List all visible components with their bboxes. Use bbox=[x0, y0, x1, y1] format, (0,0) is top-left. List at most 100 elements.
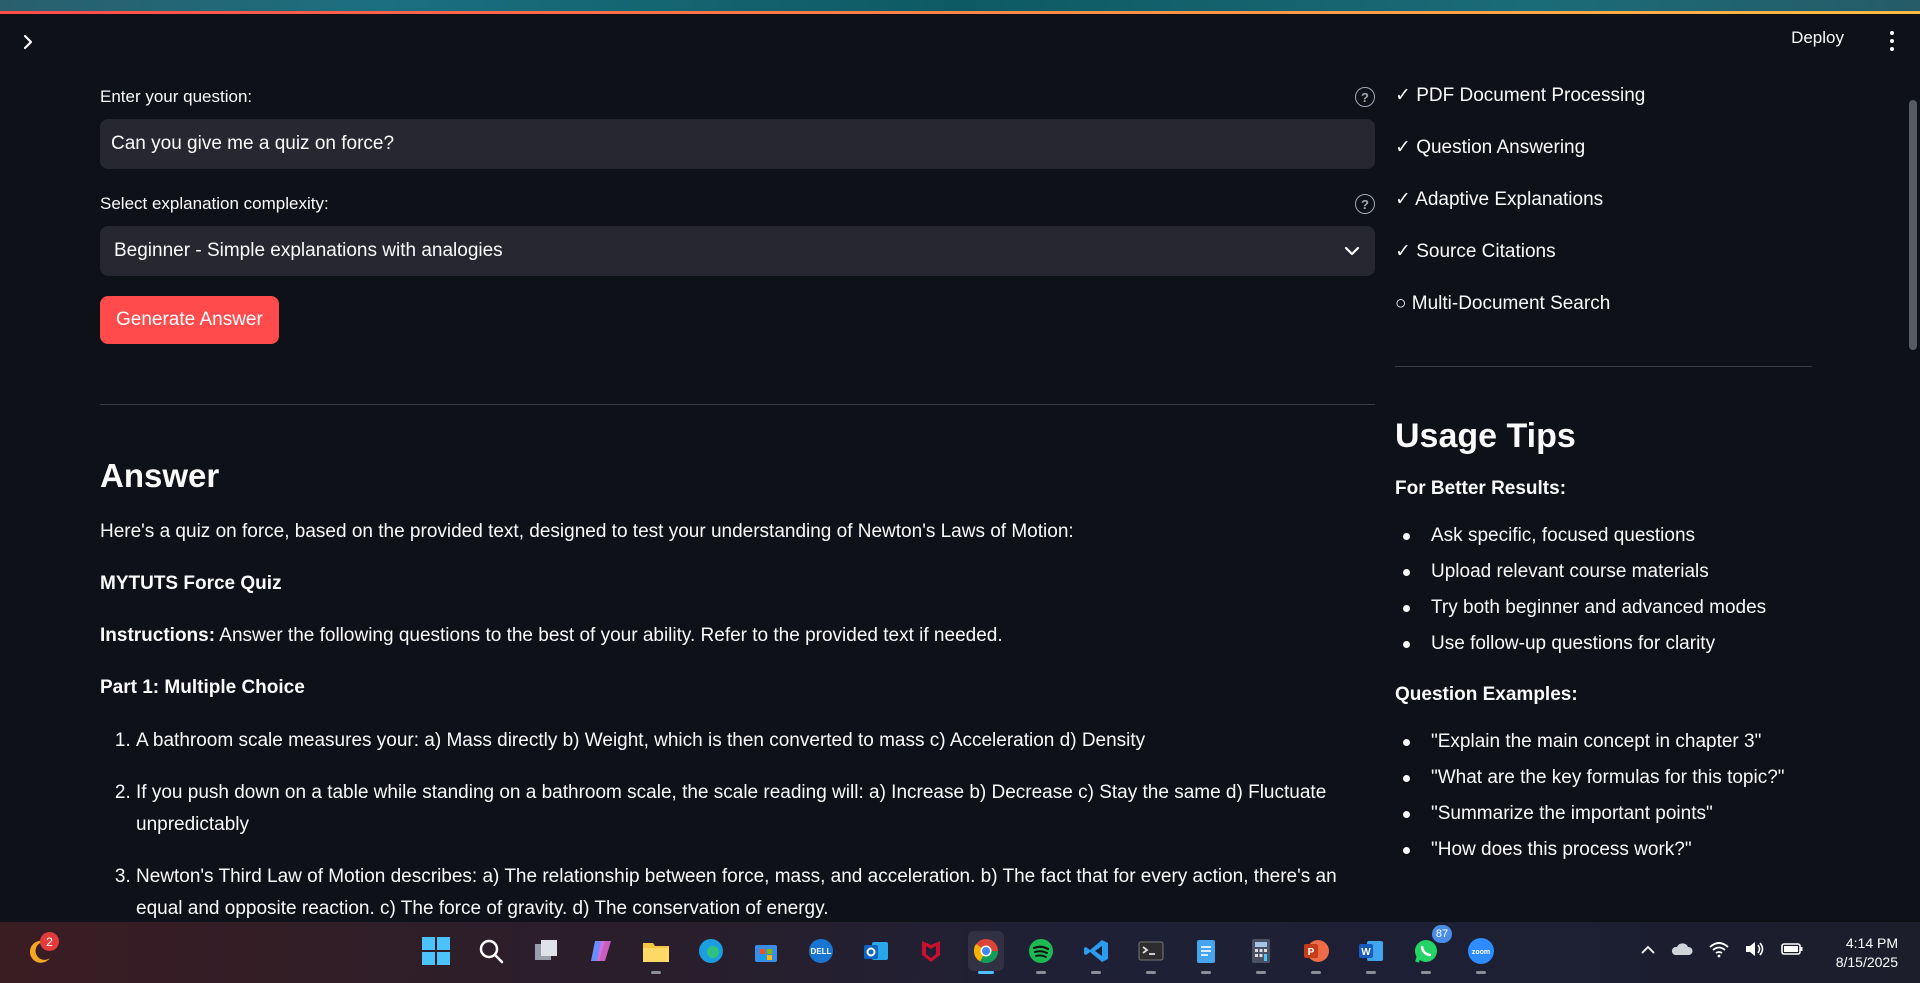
better-results-list: Ask specific, focused questions Upload r… bbox=[1395, 518, 1815, 662]
question-field-label-row: Enter your question: ? bbox=[100, 84, 1375, 110]
main-content: Enter your question: ? Can you give me a… bbox=[100, 70, 1375, 922]
main-menu-button[interactable] bbox=[1882, 28, 1902, 54]
feature-item: ✓ Source Citations bbox=[1395, 241, 1556, 262]
feature-list: ✓ PDF Document Processing ✓ Question Ans… bbox=[1395, 70, 1815, 330]
svg-text:DELL: DELL bbox=[811, 947, 832, 956]
question-examples-heading: Question Examples: bbox=[1395, 684, 1578, 705]
running-indicator bbox=[1256, 971, 1266, 974]
list-item: Ask specific, focused questions bbox=[1395, 518, 1815, 554]
battery-icon[interactable] bbox=[1780, 941, 1804, 962]
quiz-question-list: A bathroom scale measures your: a) Mass … bbox=[100, 725, 1375, 922]
wifi-icon[interactable] bbox=[1708, 940, 1730, 963]
task-view-icon[interactable] bbox=[528, 931, 564, 971]
clock-time: 4:14 PM bbox=[1845, 935, 1898, 951]
volume-icon[interactable] bbox=[1744, 940, 1766, 963]
help-icon[interactable]: ? bbox=[1355, 194, 1375, 214]
running-indicator bbox=[1201, 971, 1211, 974]
svg-text:P: P bbox=[1308, 947, 1315, 958]
page-scrollbar[interactable] bbox=[1906, 70, 1920, 922]
complexity-field-label-row: Select explanation complexity: ? bbox=[100, 191, 1375, 217]
zoom-icon[interactable]: zoom bbox=[1463, 931, 1499, 974]
chevron-up-icon[interactable] bbox=[1640, 943, 1656, 961]
whatsapp-icon[interactable]: 87 bbox=[1408, 925, 1452, 974]
terminal-icon[interactable] bbox=[1133, 931, 1169, 974]
instructions-label: Instructions: bbox=[100, 625, 216, 646]
complexity-select[interactable]: Beginner - Simple explanations with anal… bbox=[100, 226, 1375, 276]
scrollbar-thumb[interactable] bbox=[1909, 100, 1917, 350]
kebab-dot bbox=[1890, 39, 1894, 43]
feature-item: ✓ Adaptive Explanations bbox=[1395, 189, 1604, 210]
quiz-question: Newton's Third Law of Motion describes: … bbox=[136, 861, 1375, 922]
dell-icon[interactable]: DELL bbox=[803, 931, 839, 971]
answer-heading: Answer bbox=[100, 457, 220, 494]
quiz-title: MYTUTS Force Quiz bbox=[100, 569, 1375, 599]
whatsapp-badge: 87 bbox=[1432, 925, 1452, 943]
question-input[interactable]: Can you give me a quiz on force? bbox=[100, 119, 1375, 169]
generate-answer-button[interactable]: Generate Answer bbox=[100, 296, 279, 344]
part1-heading: Part 1: Multiple Choice bbox=[100, 673, 1375, 703]
running-indicator bbox=[978, 971, 994, 974]
usage-tips-heading: Usage Tips bbox=[1395, 417, 1576, 455]
help-icon[interactable]: ? bbox=[1355, 87, 1375, 107]
windows-taskbar: 2 DELL P W 87 zoom 4:14 PM 8/15/2025 bbox=[0, 922, 1920, 983]
running-indicator bbox=[1036, 971, 1046, 974]
system-tray bbox=[1640, 940, 1804, 963]
running-indicator bbox=[1366, 971, 1376, 974]
outlook-icon[interactable] bbox=[858, 931, 894, 971]
list-item: "How does this process work?" bbox=[1395, 832, 1815, 868]
onedrive-icon[interactable] bbox=[1670, 940, 1694, 963]
clock-date: 8/15/2025 bbox=[1835, 954, 1898, 970]
start-icon[interactable] bbox=[418, 931, 454, 971]
store-icon[interactable] bbox=[748, 931, 784, 971]
running-indicator bbox=[1091, 971, 1101, 974]
list-item: "Summarize the important points" bbox=[1395, 796, 1815, 832]
list-item: "What are the key formulas for this topi… bbox=[1395, 760, 1815, 796]
answer-intro: Here's a quiz on force, based on the pro… bbox=[100, 521, 1074, 542]
instructions-text: Answer the following questions to the be… bbox=[215, 625, 1003, 646]
mcafee-icon[interactable] bbox=[913, 931, 949, 971]
complexity-label: Select explanation complexity: bbox=[100, 194, 329, 213]
running-indicator bbox=[1476, 971, 1486, 974]
feature-item: ✓ Question Answering bbox=[1395, 137, 1586, 158]
feature-item: ✓ PDF Document Processing bbox=[1395, 85, 1646, 106]
edge-icon[interactable] bbox=[693, 931, 729, 971]
running-indicator bbox=[1146, 971, 1156, 974]
word-icon[interactable]: W bbox=[1353, 931, 1389, 974]
list-item: Use follow-up questions for clarity bbox=[1395, 626, 1815, 662]
taskbar-apps: DELL P W 87 zoom bbox=[418, 925, 1499, 975]
taskbar-clock[interactable]: 4:14 PM 8/15/2025 bbox=[1836, 934, 1898, 972]
question-label: Enter your question: bbox=[100, 87, 253, 106]
running-indicator bbox=[1421, 971, 1431, 974]
running-indicator bbox=[651, 971, 661, 974]
sidebar-info-column: ✓ PDF Document Processing ✓ Question Ans… bbox=[1395, 70, 1815, 922]
chrome-icon[interactable] bbox=[968, 931, 1004, 974]
question-examples-list: "Explain the main concept in chapter 3" … bbox=[1395, 724, 1815, 868]
search-icon[interactable] bbox=[473, 931, 509, 971]
list-item: "Explain the main concept in chapter 3" bbox=[1395, 724, 1815, 760]
list-item: Upload relevant course materials bbox=[1395, 554, 1815, 590]
quiz-question: If you push down on a table while standi… bbox=[136, 777, 1375, 841]
svg-text:W: W bbox=[1361, 947, 1371, 958]
complexity-selected-value: Beginner - Simple explanations with anal… bbox=[114, 240, 503, 261]
powerpoint-icon[interactable]: P bbox=[1298, 931, 1334, 974]
vscode-icon[interactable] bbox=[1078, 931, 1114, 974]
better-results-heading: For Better Results: bbox=[1395, 478, 1567, 499]
quiz-instructions: Instructions: Answer the following quest… bbox=[100, 621, 1375, 651]
expand-sidebar-button[interactable] bbox=[16, 30, 40, 54]
notepad-icon[interactable] bbox=[1188, 931, 1224, 974]
calculator-icon[interactable] bbox=[1243, 931, 1279, 974]
kebab-dot bbox=[1890, 47, 1894, 51]
part1-title: Part 1: Multiple Choice bbox=[100, 677, 305, 698]
list-item: Try both beginner and advanced modes bbox=[1395, 590, 1815, 626]
quiz-question: A bathroom scale measures your: a) Mass … bbox=[136, 725, 1375, 757]
divider bbox=[1395, 366, 1812, 367]
running-indicator bbox=[1311, 971, 1321, 974]
copilot-icon[interactable] bbox=[583, 931, 619, 971]
feature-item: ○ Multi-Document Search bbox=[1395, 293, 1611, 314]
file-explorer-icon[interactable] bbox=[638, 931, 674, 974]
kebab-dot bbox=[1890, 31, 1894, 35]
app-header: Deploy bbox=[0, 14, 1920, 70]
deploy-button[interactable]: Deploy bbox=[1791, 28, 1844, 48]
spotify-icon[interactable] bbox=[1023, 931, 1059, 974]
browser-top-strip bbox=[0, 0, 1920, 14]
